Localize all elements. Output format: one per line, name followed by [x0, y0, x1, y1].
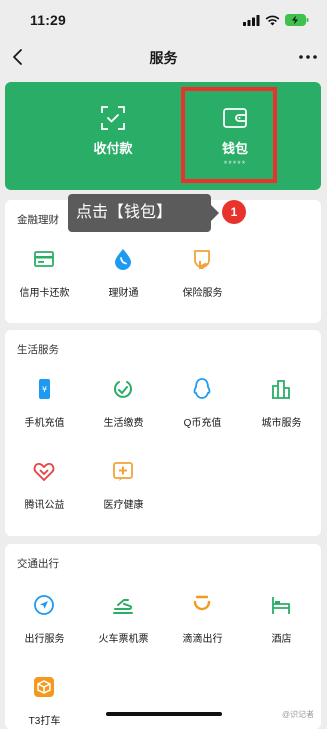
wallet-highlight-box [181, 87, 277, 183]
wifi-icon [265, 15, 280, 25]
status-time: 11:29 [30, 12, 67, 28]
service-label: 滴滴出行 [182, 634, 223, 645]
service-label: 理财通 [108, 288, 139, 299]
train-plane-icon [113, 599, 133, 614]
service-label: 保险服务 [182, 288, 223, 299]
charity-heart-icon [33, 463, 55, 482]
more-options-icon[interactable] [297, 46, 319, 68]
section-title-life: 生活服务 [17, 344, 59, 356]
scan-qr-icon [101, 106, 125, 130]
pay-receive-label: 收付款 [93, 141, 133, 156]
status-icons [243, 14, 309, 26]
t3-cube-icon [34, 677, 54, 697]
service-label: T3打车 [28, 716, 61, 727]
service-label: 手机充值 [24, 418, 65, 429]
service-label: 腾讯公益 [24, 500, 65, 511]
page-title: 服务 [149, 50, 178, 66]
battery-charging-icon [285, 14, 309, 26]
city-buildings-icon [272, 380, 290, 399]
service-label: 生活缴费 [103, 418, 144, 429]
service-label: 出行服务 [24, 634, 65, 645]
phone-topup-icon: ¥ [39, 379, 50, 399]
watermark: @识记者 [282, 710, 315, 719]
credit-card-icon [34, 251, 54, 267]
step-number-badge: 1 [222, 200, 246, 224]
status-bar: 11:29 [0, 0, 327, 40]
service-label: Q币充值 [183, 418, 222, 429]
service-label: 火车票机票 [98, 634, 149, 645]
hotel-bed-icon [272, 597, 290, 614]
service-label: 医疗健康 [103, 500, 144, 511]
pay-receive-button[interactable]: 收付款 [53, 82, 173, 190]
didi-icon [193, 595, 211, 611]
service-label: 酒店 [271, 634, 292, 645]
medical-cross-icon [113, 462, 133, 481]
service-label: 信用卡还款 [19, 288, 70, 299]
section-transport: 交通出行 出行服务 火车票机票 滴滴出行 酒店 T3打车 [5, 544, 321, 729]
insurance-hand-icon [194, 250, 210, 269]
home-indicator[interactable] [106, 712, 222, 716]
navigation-arrow-icon [34, 595, 54, 615]
bill-pay-icon [114, 381, 132, 398]
tooltip-click-wallet: 点击【钱包】 [68, 194, 211, 232]
section-life-services: 生活服务 ¥ 手机充值 生活缴费 Q币充值 城市服务 腾讯公益 医疗健康 [5, 330, 321, 536]
qq-penguin-icon [193, 378, 211, 399]
service-label: 城市服务 [261, 418, 302, 429]
wealth-drop-icon [115, 249, 131, 270]
signal-icon [243, 14, 260, 26]
section-title-finance: 金融理财 [17, 214, 59, 226]
svg-text:¥: ¥ [42, 385, 47, 394]
section-title-transport: 交通出行 [17, 558, 59, 570]
tooltip-arrow [211, 205, 219, 221]
nav-bar: 服务 [0, 40, 327, 76]
